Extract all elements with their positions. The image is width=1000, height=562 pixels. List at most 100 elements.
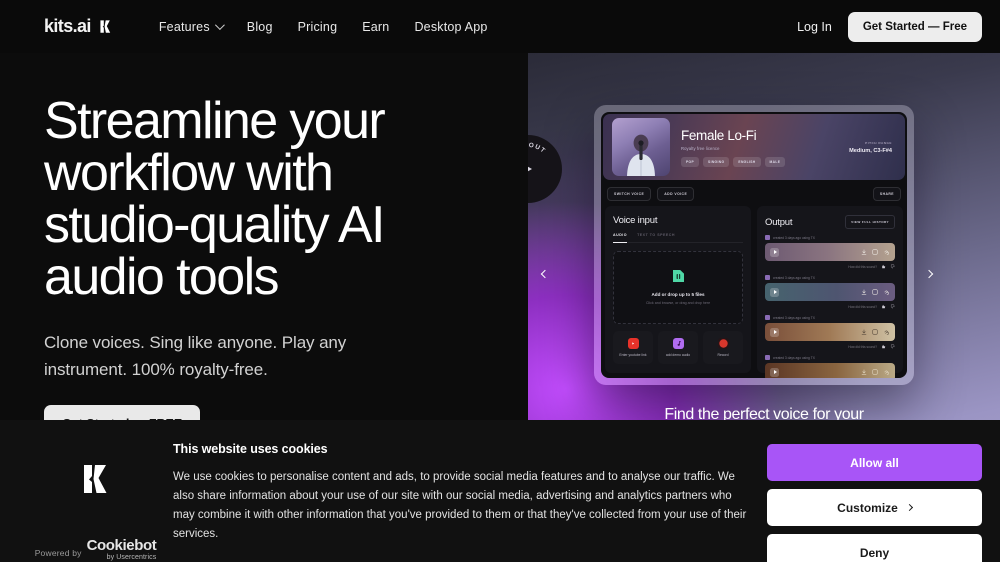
play-icon[interactable]: [770, 247, 780, 257]
thumbs-up-icon[interactable]: [881, 304, 886, 309]
thumbs-down-icon[interactable]: [890, 304, 895, 309]
play-icon[interactable]: [770, 327, 780, 337]
output-row: created 3 days ago using TX: [765, 355, 895, 378]
cookiebot-subtitle: by Usercentrics: [106, 554, 157, 561]
save-icon[interactable]: [872, 369, 878, 375]
app-preview-device: Female Lo-Fi Royalty free licence POP SI…: [594, 105, 914, 385]
voice-tag-list: POP SINGING ENGLISH MALE: [681, 156, 849, 167]
enter-youtube-link-button[interactable]: Enter youtube link: [613, 331, 653, 364]
kits-k-logo-icon: [65, 448, 127, 510]
output-row-meta: created 3 days ago using TX: [765, 275, 895, 281]
voice-tag: ENGLISH: [733, 156, 761, 167]
switch-voice-button[interactable]: SWITCH VOICE: [607, 187, 652, 202]
download-icon[interactable]: [861, 329, 867, 335]
output-row-actions: [861, 289, 890, 296]
output-audio-bar[interactable]: [765, 323, 895, 342]
nav-item-pricing[interactable]: Pricing: [298, 20, 338, 34]
nav-item-earn[interactable]: Earn: [362, 20, 389, 34]
tab-text-to-speech[interactable]: TEXT TO SPEECH: [637, 233, 675, 237]
feedback-label: How did this sound?: [848, 304, 877, 309]
output-row-feedback: How did this sound?: [765, 304, 895, 309]
play-icon[interactable]: [770, 367, 780, 377]
carousel-prev-button[interactable]: [540, 269, 556, 285]
voice-licence: Royalty free licence: [681, 145, 720, 151]
brand-logo[interactable]: kits.ai: [44, 16, 113, 37]
cookie-banner-text: This website uses cookies We use cookies…: [173, 442, 767, 562]
input-source-buttons: Enter youtube link add demo audio Record: [613, 331, 743, 364]
link-icon[interactable]: [883, 329, 890, 336]
link-icon[interactable]: [883, 369, 890, 376]
cookie-banner-brand: Powered by Cookiebot by Usercentrics: [18, 442, 173, 561]
output-row-timestamp: created 3 days ago using TX: [773, 315, 815, 320]
app-panes: Voice input AUDIO TEXT TO SPEECH Add or …: [601, 206, 907, 378]
thumbs-up-icon[interactable]: [881, 264, 886, 269]
powered-by-label: Powered by: [34, 548, 82, 558]
page-title: Streamline your workflow with studio-qua…: [44, 92, 386, 306]
view-full-history-button[interactable]: VIEW FULL HISTORY: [845, 215, 895, 230]
add-demo-audio-button[interactable]: add demo audio: [658, 331, 698, 364]
output-row-feedback: How did this sound?: [765, 264, 895, 269]
nav-item-blog[interactable]: Blog: [247, 20, 273, 34]
allow-all-button[interactable]: Allow all: [767, 444, 982, 481]
deny-button[interactable]: Deny: [767, 534, 982, 562]
voice-chip-icon: [765, 315, 771, 321]
output-row: created 3 days ago using TX: [765, 235, 895, 269]
voice-chip-icon: [765, 235, 771, 241]
customize-button[interactable]: Customize: [767, 489, 982, 526]
music-note-icon: [672, 338, 684, 350]
nav-item-desktop-app[interactable]: Desktop App: [414, 20, 487, 34]
voice-toolbar: SWITCH VOICE ADD VOICE SHARE: [601, 180, 907, 206]
download-icon[interactable]: [861, 369, 867, 375]
cookie-banner-actions: Allow all Customize Deny: [767, 442, 982, 562]
output-panel-header: Output VIEW FULL HISTORY: [765, 215, 895, 230]
cookiebot-name: Cookiebot: [86, 537, 157, 554]
input-button-label: Record: [717, 353, 729, 358]
output-title: Output: [765, 216, 793, 228]
hero-subheadline: Clone voices. Sing like anyone. Play any…: [44, 333, 347, 379]
navbar-right: Log In Get Started — Free: [797, 11, 982, 42]
download-icon[interactable]: [861, 289, 867, 295]
cookie-banner-title: This website uses cookies: [173, 442, 328, 456]
cookiebot-logo: Cookiebot by Usercentrics: [87, 538, 157, 561]
pitch-range-value: Medium, C3-F#4: [849, 147, 892, 154]
output-row: created 3 days ago using TX: [765, 315, 895, 349]
output-row-actions: [861, 369, 890, 376]
output-row: created 3 days ago using TX: [765, 275, 895, 309]
link-icon[interactable]: [883, 289, 890, 296]
record-button[interactable]: Record: [703, 331, 743, 364]
save-icon[interactable]: [872, 329, 878, 335]
output-row-meta: created 3 days ago using TX: [765, 355, 895, 361]
voice-chip-icon: [765, 275, 771, 281]
output-audio-bar[interactable]: [765, 283, 895, 302]
file-dropzone[interactable]: Add or drop up to 5 files Click and brow…: [613, 251, 744, 325]
output-panel: Output VIEW FULL HISTORY created 3 days …: [757, 206, 903, 378]
get-started-button[interactable]: Get Started — Free: [847, 11, 982, 42]
download-icon[interactable]: [861, 249, 867, 255]
voice-tag: POP: [681, 156, 700, 167]
save-icon[interactable]: [872, 289, 878, 295]
play-icon[interactable]: [770, 287, 780, 297]
cookie-consent-banner: Powered by Cookiebot by Usercentrics Thi…: [0, 420, 1000, 562]
tab-audio[interactable]: AUDIO: [613, 233, 628, 244]
add-voice-button[interactable]: ADD VOICE: [657, 187, 695, 202]
output-audio-bar[interactable]: [765, 363, 895, 378]
youtube-icon: [627, 338, 639, 350]
voice-tag: SINGING: [703, 156, 730, 167]
pitch-range: PITCH RANGE Medium, C3-F#4: [849, 141, 896, 154]
thumbs-down-icon[interactable]: [890, 344, 895, 349]
link-icon[interactable]: [883, 249, 890, 256]
voice-meta: Female Lo-Fi Royalty free licence POP SI…: [681, 128, 849, 167]
login-link[interactable]: Log In: [797, 20, 832, 34]
output-row-timestamp: created 3 days ago using TX: [773, 355, 815, 360]
thumbs-up-icon[interactable]: [881, 344, 886, 349]
output-audio-bar[interactable]: [765, 243, 895, 262]
chevron-down-icon: [214, 20, 225, 31]
chevron-right-icon: [905, 503, 913, 512]
nav-item-features[interactable]: Features: [159, 20, 225, 34]
output-row-meta: created 3 days ago using TX: [765, 315, 895, 321]
save-icon[interactable]: [872, 249, 878, 255]
thumbs-down-icon[interactable]: [890, 264, 895, 269]
carousel-next-button[interactable]: [924, 269, 940, 285]
share-button[interactable]: SHARE: [872, 187, 901, 202]
chevron-left-icon: [540, 269, 550, 279]
